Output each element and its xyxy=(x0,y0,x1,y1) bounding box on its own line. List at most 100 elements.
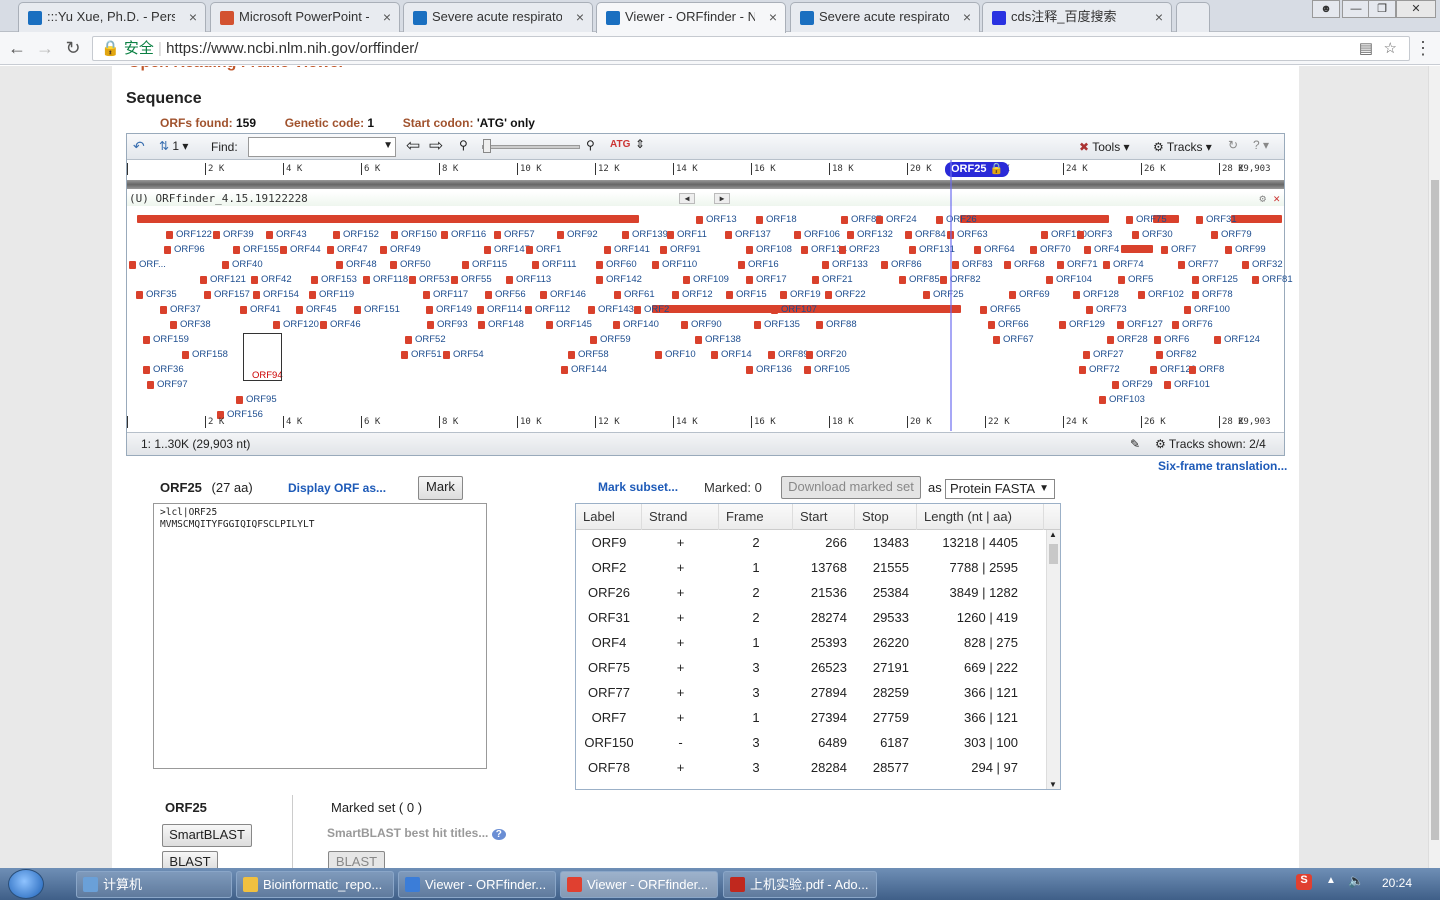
orf-label[interactable]: ORF35 xyxy=(146,290,177,300)
orf-bar[interactable] xyxy=(672,291,679,299)
orf-bar[interactable] xyxy=(200,276,207,284)
orf-bar[interactable] xyxy=(816,321,823,329)
reload-icon[interactable]: ↻ xyxy=(62,37,84,59)
orf-label[interactable]: ORF72 xyxy=(1089,365,1120,375)
orf-label[interactable]: ORF101 xyxy=(1174,380,1210,390)
orf-bar[interactable] xyxy=(380,246,387,254)
orf-label[interactable]: ORF106 xyxy=(804,230,840,240)
orf-bar[interactable] xyxy=(899,276,906,284)
orf-bar[interactable] xyxy=(409,276,416,284)
orf-bar[interactable] xyxy=(1225,246,1232,254)
orf-label[interactable]: ORF105 xyxy=(814,365,850,375)
table-row[interactable]: ORF150 - 3 6489 6187 303 | 100 xyxy=(576,730,1046,755)
orf-label[interactable]: ORF41 xyxy=(250,305,281,315)
orf-bar[interactable] xyxy=(1164,381,1171,389)
orf-bar[interactable] xyxy=(506,276,513,284)
orf-label[interactable]: ORF117 xyxy=(433,290,468,300)
orf-bar[interactable] xyxy=(952,261,959,269)
tab-3[interactable]: Severe acute respirator × xyxy=(403,2,593,32)
orf-bar[interactable] xyxy=(1046,276,1053,284)
orf-label[interactable]: ORF100 xyxy=(1194,305,1230,315)
orf-label[interactable]: ORF14 xyxy=(721,350,752,360)
orf-label[interactable]: ORF115 xyxy=(472,260,507,270)
orf-label[interactable]: ORF95 xyxy=(246,395,277,405)
tab-4[interactable]: Viewer - ORFfinder - N × xyxy=(596,2,786,33)
orf-label[interactable]: ORF129 xyxy=(1069,320,1105,330)
orf-bar[interactable] xyxy=(137,215,639,223)
orf-label[interactable]: ORF36 xyxy=(153,365,184,375)
orf-label[interactable]: ORF102 xyxy=(1148,290,1184,300)
tab-close-icon[interactable]: × xyxy=(189,3,197,31)
help-icon[interactable]: ? xyxy=(491,829,506,840)
orf-bar[interactable] xyxy=(1086,306,1093,314)
orf-label[interactable]: ORF16 xyxy=(748,260,779,270)
orf-label[interactable]: ORF152 xyxy=(343,230,379,240)
orf-bar[interactable] xyxy=(236,396,243,404)
orf-label[interactable]: ORF74 xyxy=(1113,260,1144,270)
orf-label[interactable]: ORF11 xyxy=(677,230,707,240)
table-row[interactable]: ORF9 +2 266 13483 13218 | 4405 xyxy=(576,530,1046,555)
orf-bar[interactable] xyxy=(1214,336,1221,344)
orf-bar[interactable] xyxy=(253,291,260,299)
orf-bar[interactable] xyxy=(1121,245,1153,253)
orf-bar[interactable] xyxy=(1161,246,1168,254)
orf-label[interactable]: ORF18 xyxy=(766,215,797,225)
orf-label[interactable]: ORF19 xyxy=(790,290,821,300)
orf-label[interactable]: ORF4 xyxy=(1094,245,1119,255)
maximize-button[interactable]: ❐ xyxy=(1368,0,1396,18)
orf-bar[interactable] xyxy=(1138,291,1145,299)
orf-label[interactable]: ORF2 xyxy=(644,305,669,315)
find-input[interactable]: ▼ xyxy=(248,137,396,157)
orf-label[interactable]: ORF127 xyxy=(1127,320,1163,330)
edit-icon[interactable]: ✎ xyxy=(1130,433,1140,455)
taskbar-item[interactable]: 计算机 xyxy=(76,871,232,898)
orf-bar[interactable] xyxy=(280,246,287,254)
orf-bar[interactable] xyxy=(1117,321,1124,329)
orf-label[interactable]: ORF27 xyxy=(1093,350,1124,360)
table-scrollbar[interactable]: ▲ ▼ xyxy=(1046,530,1060,789)
orf-label[interactable]: ORF120 xyxy=(283,320,319,330)
orf-label[interactable]: ORF52 xyxy=(415,335,446,345)
clock[interactable]: 20:24 xyxy=(1382,876,1412,890)
orf-label[interactable]: ORF81 xyxy=(1262,275,1293,285)
orf-label[interactable]: ORF29 xyxy=(1122,380,1153,390)
orf-label[interactable]: ORF137 xyxy=(735,230,771,240)
orf-label[interactable]: ORF55 xyxy=(461,275,492,285)
sequence-icon[interactable]: ATG xyxy=(610,139,630,150)
orf-label[interactable]: ORF28 xyxy=(1117,335,1148,345)
orf-label[interactable]: ORF63 xyxy=(957,230,988,240)
orf-bar[interactable] xyxy=(320,321,327,329)
six-frame-translation-link[interactable]: Six-frame translation... xyxy=(1158,459,1287,473)
mark-subset-link[interactable]: Mark subset... xyxy=(598,480,678,494)
orf-bar[interactable] xyxy=(391,231,398,239)
orf-bar[interactable] xyxy=(443,351,450,359)
orf-bar[interactable] xyxy=(738,261,745,269)
orf-label[interactable]: ORF144 xyxy=(571,365,607,375)
orf-bar[interactable] xyxy=(309,291,316,299)
orf-label[interactable]: ORF119 xyxy=(319,290,354,300)
table-row[interactable]: ORF75 +3 26523 27191 669 | 222 xyxy=(576,655,1046,680)
tab-close-icon[interactable]: × xyxy=(1155,3,1163,31)
tab-close-icon[interactable]: × xyxy=(963,3,971,31)
orf-bar[interactable] xyxy=(204,291,211,299)
orf-bar[interactable] xyxy=(333,231,340,239)
orf-bar[interactable] xyxy=(540,291,547,299)
orf-bar[interactable] xyxy=(143,336,150,344)
orf-bar[interactable] xyxy=(426,306,433,314)
orf-label[interactable]: ORF109 xyxy=(693,275,729,285)
taskbar-item[interactable]: Bioinformatic_repo... xyxy=(236,871,394,898)
orf-label[interactable]: ORF23 xyxy=(849,245,880,255)
column-header[interactable]: Frame xyxy=(719,504,793,530)
orf-bar[interactable] xyxy=(596,276,603,284)
orf-bar[interactable] xyxy=(622,231,629,239)
orf-bar[interactable] xyxy=(1103,261,1110,269)
orf-label[interactable]: ORF132 xyxy=(857,230,893,240)
orf-label[interactable]: ORF70 xyxy=(1040,245,1071,255)
orf-bar[interactable] xyxy=(1099,396,1106,404)
orf-label[interactable]: ORF67 xyxy=(1003,335,1034,345)
orf-bar[interactable] xyxy=(993,336,1000,344)
close-window-button[interactable]: ✕ xyxy=(1396,0,1436,18)
orf-label[interactable]: ORF45 xyxy=(306,305,337,315)
orf-bar[interactable] xyxy=(363,276,370,284)
orf-bar[interactable] xyxy=(166,231,173,239)
